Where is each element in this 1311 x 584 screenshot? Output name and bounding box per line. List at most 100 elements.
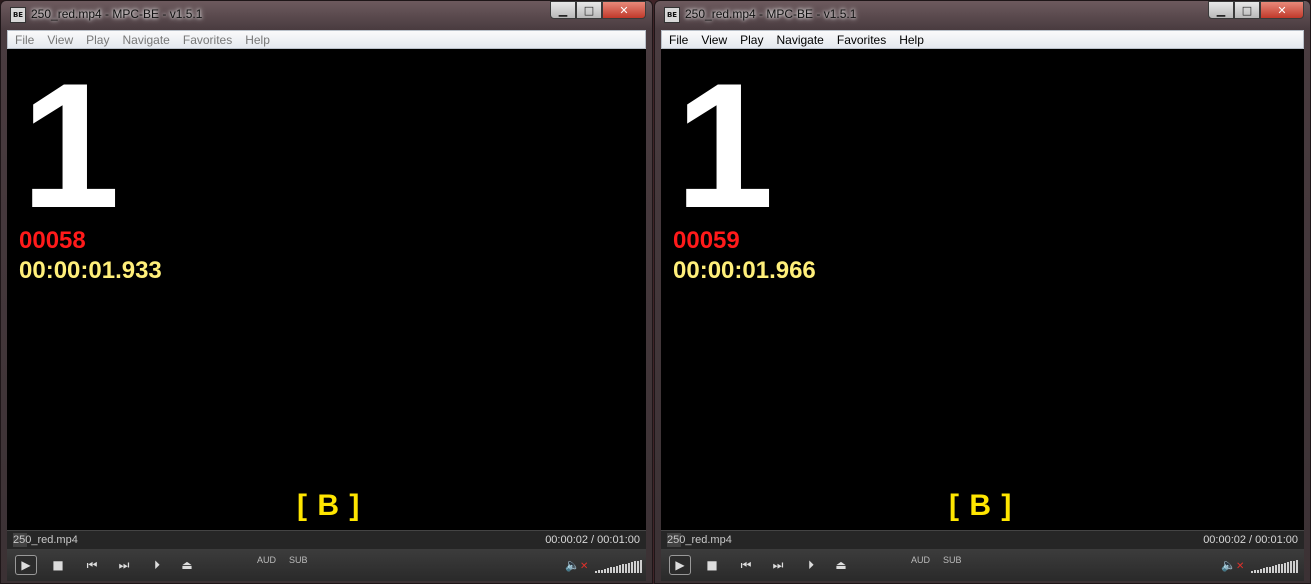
mpc-be-app-icon[interactable]: BE [664,7,680,23]
close-button[interactable]: ✕ [1260,1,1304,19]
seek-status-bar[interactable]: 250_red.mp4 00:00:02 / 00:01:00 [7,530,646,550]
subtitle-track-button[interactable]: SUB [943,555,962,575]
player-window-left: BE 250_red.mp4 - MPC-BE - v1.5.1 ▁ □ ✕ F… [0,0,653,584]
video-big-number: 1 [21,49,120,245]
mute-button[interactable]: 🔈✕ [565,555,588,575]
minimize-button[interactable]: ▁ [1208,1,1234,19]
stop-button[interactable]: ■ [51,555,65,575]
volume-bar [610,567,612,573]
video-marker: [ B ] [297,489,361,522]
volume-bar [1293,560,1295,573]
previous-button[interactable]: ⏮ [739,555,753,575]
player-window-right: BE 250_red.mp4 - MPC-BE - v1.5.1 ▁ □ ✕ F… [654,0,1311,584]
maximize-button[interactable]: □ [576,1,602,19]
seek-status-bar[interactable]: 250_red.mp4 00:00:02 / 00:01:00 [661,530,1304,550]
volume-bar [1296,559,1298,573]
minimize-button[interactable]: ▁ [550,1,576,19]
volume-bar [604,568,606,573]
video-timecode: 00:00:01.966 [673,257,816,284]
volume-bar [595,571,597,573]
volume-bar [640,559,642,573]
volume-bar [1260,568,1262,573]
video-area[interactable]: 1 00058 00:00:01.933 [ B ] [7,49,646,530]
volume-bar [607,568,609,573]
status-filename: 250_red.mp4 [13,534,78,546]
open-file-button[interactable]: ⏏ [833,555,849,575]
speaker-icon: 🔈 [1221,558,1236,572]
audio-track-button[interactable]: AUD [911,555,930,575]
volume-bar [637,560,639,573]
video-timecode: 00:00:01.933 [19,257,162,284]
volume-bar [625,563,627,573]
volume-bar [1284,562,1286,573]
video-frame-number: 00058 [19,227,86,254]
volume-bar [1287,562,1289,573]
volume-bar [619,565,621,573]
play-button[interactable]: ▶ [669,555,691,575]
menu-navigate[interactable]: Navigate [776,33,823,47]
volume-bar [631,562,633,573]
volume-bar [598,570,600,573]
play-button[interactable]: ▶ [15,555,37,575]
stop-button[interactable]: ■ [705,555,719,575]
volume-bar [634,561,636,573]
window-title: 250_red.mp4 - MPC-BE - v1.5.1 [31,7,203,21]
window-controls: ▁ □ ✕ [550,1,646,19]
speaker-icon: 🔈 [565,558,580,572]
volume-bar [613,566,615,573]
volume-bar [1257,569,1259,573]
title-bar[interactable]: BE 250_red.mp4 - MPC-BE - v1.5.1 ▁ □ ✕ [1,1,652,29]
volume-bar [1266,567,1268,573]
window-title: 250_red.mp4 - MPC-BE - v1.5.1 [685,7,857,21]
window-controls: ▁ □ ✕ [1208,1,1304,19]
previous-button[interactable]: ⏮ [85,555,99,575]
open-file-button[interactable]: ⏏ [179,555,195,575]
volume-bar [1272,565,1274,573]
mpc-be-app-icon[interactable]: BE [10,7,26,23]
menu-view[interactable]: View [47,33,73,47]
video-frame-number: 00059 [673,227,740,254]
volume-slider[interactable] [595,559,643,573]
menu-file[interactable]: File [669,33,688,47]
menu-play[interactable]: Play [86,33,109,47]
menu-navigate[interactable]: Navigate [122,33,169,47]
video-marker: [ B ] [949,489,1013,522]
volume-bar [628,562,630,573]
volume-bar [1251,571,1253,573]
menu-bar: File View Play Navigate Favorites Help [661,30,1304,49]
title-bar[interactable]: BE 250_red.mp4 - MPC-BE - v1.5.1 ▁ □ ✕ [655,1,1310,29]
frame-step-button[interactable]: ⏵ [803,555,819,575]
subtitle-track-button[interactable]: SUB [289,555,308,575]
playback-toolbar: ▶ ■ ⏮ ⏭ ⏵ ⏏ AUD SUB 🔈✕ [661,549,1304,581]
video-area[interactable]: 1 00059 00:00:01.966 [ B ] [661,49,1304,530]
volume-bar [1269,566,1271,573]
volume-bar [616,565,618,573]
volume-bar [1254,570,1256,573]
volume-bar [1275,565,1277,573]
close-button[interactable]: ✕ [602,1,646,19]
menu-help[interactable]: Help [245,33,270,47]
next-button[interactable]: ⏭ [117,555,131,575]
menu-view[interactable]: View [701,33,727,47]
mute-button[interactable]: 🔈✕ [1221,555,1244,575]
menu-play[interactable]: Play [740,33,763,47]
menu-file[interactable]: File [15,33,34,47]
volume-bar [1290,561,1292,573]
volume-bar [1278,564,1280,573]
volume-slider[interactable] [1251,559,1299,573]
menu-favorites[interactable]: Favorites [183,33,232,47]
menu-help[interactable]: Help [899,33,924,47]
frame-step-button[interactable]: ⏵ [149,555,165,575]
status-time: 00:00:02 / 00:01:00 [1203,534,1298,546]
volume-bar [601,569,603,573]
playback-toolbar: ▶ ■ ⏮ ⏭ ⏵ ⏏ AUD SUB 🔈✕ [7,549,646,581]
volume-bar [1281,563,1283,573]
maximize-button[interactable]: □ [1234,1,1260,19]
audio-track-button[interactable]: AUD [257,555,276,575]
mute-x-icon: ✕ [579,561,589,572]
menu-bar: File View Play Navigate Favorites Help [7,30,646,49]
status-time: 00:00:02 / 00:01:00 [545,534,640,546]
next-button[interactable]: ⏭ [771,555,785,575]
video-big-number: 1 [675,49,774,245]
menu-favorites[interactable]: Favorites [837,33,886,47]
